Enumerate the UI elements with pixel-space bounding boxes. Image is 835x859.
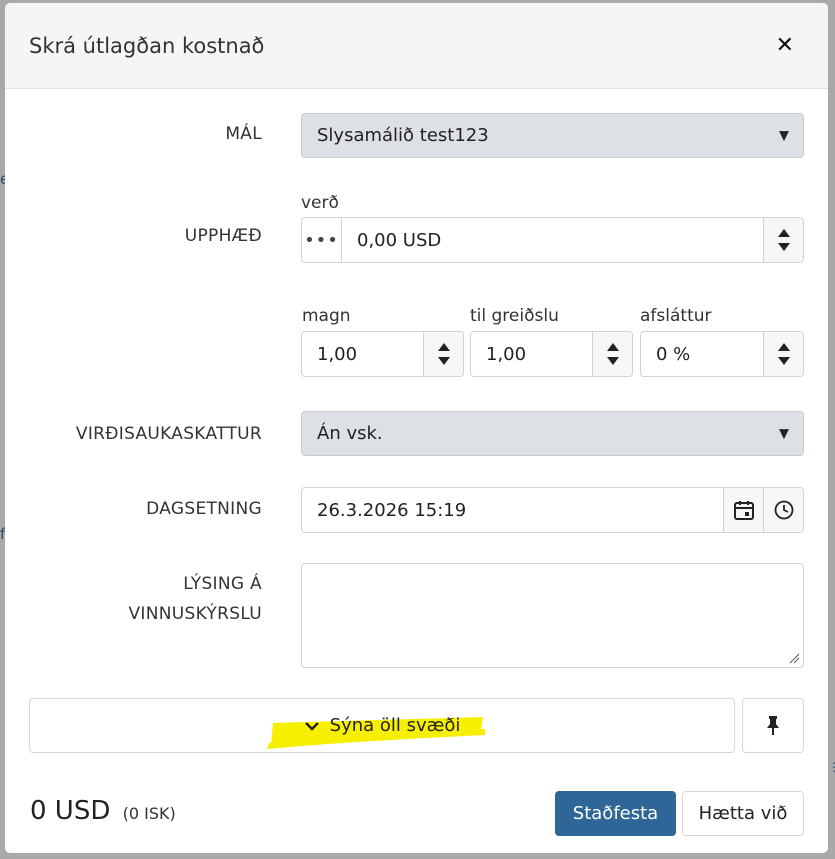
discount-label: afsláttur <box>640 306 712 326</box>
price-label: verð <box>301 193 339 213</box>
case-select-value: Slysamálið test123 <box>317 125 489 146</box>
show-all-fields-label: Sýna öll svæði <box>329 715 461 736</box>
chevron-down-icon <box>304 721 319 731</box>
date-input[interactable]: 26.3.2026 15:19 <box>301 487 804 533</box>
discount-stepper[interactable] <box>763 332 803 376</box>
cancel-button[interactable]: Hætta við <box>682 791 804 836</box>
case-select[interactable]: Slysamálið test123 ▼ <box>301 113 804 158</box>
pin-button[interactable] <box>742 698 804 753</box>
vat-label: VIRÐISAUKASKATTUR <box>75 424 262 444</box>
case-label: MÁL <box>225 124 262 144</box>
confirm-button[interactable]: Staðfesta <box>555 791 676 836</box>
quantity-label: magn <box>302 306 351 326</box>
description-label: LÝSING Á VINNUSKÝRSLU <box>128 569 262 629</box>
date-value: 26.3.2026 15:19 <box>317 499 467 521</box>
time-button[interactable] <box>763 488 803 532</box>
total-amount: 0 USD (0 ISK) <box>30 796 176 826</box>
date-label: DAGSETNING <box>146 499 262 519</box>
background-page: ⋮ <box>828 760 835 774</box>
description-label-line2: VINNUSKÝRSLU <box>128 604 262 624</box>
vat-select[interactable]: Án vsk. ▼ <box>301 411 804 456</box>
total-secondary-value: (0 ISK) <box>122 804 176 823</box>
show-all-fields-button[interactable]: Sýna öll svæði <box>29 698 735 753</box>
stepper-down-icon[interactable] <box>777 243 790 251</box>
total-value: 0 USD <box>30 796 111 826</box>
to-pay-value: 1,00 <box>486 343 527 365</box>
price-stepper[interactable] <box>763 218 803 262</box>
vat-select-value: Án vsk. <box>317 423 383 444</box>
close-icon[interactable]: ✕ <box>776 35 794 57</box>
calendar-button[interactable] <box>723 488 763 532</box>
chevron-down-icon: ▼ <box>779 128 789 143</box>
to-pay-label: til greiðslu <box>470 306 559 326</box>
description-label-line1: LÝSING Á <box>183 574 262 594</box>
stepper-down-icon[interactable] <box>777 357 790 365</box>
calendar-icon <box>733 501 754 520</box>
description-textarea[interactable] <box>301 563 804 668</box>
stepper-up-icon[interactable] <box>437 343 450 351</box>
expense-dialog: Skrá útlagðan kostnað ✕ MÁL Slysamálið t… <box>5 3 828 853</box>
quantity-stepper[interactable] <box>423 332 463 376</box>
stepper-up-icon[interactable] <box>777 343 790 351</box>
stepper-up-icon[interactable] <box>606 343 619 351</box>
quantity-value: 1,00 <box>317 343 358 365</box>
stepper-up-icon[interactable] <box>777 229 790 237</box>
clock-icon <box>774 500 793 520</box>
chevron-down-icon: ▼ <box>779 426 789 441</box>
to-pay-input[interactable]: 1,00 <box>470 331 633 377</box>
dialog-title: Skrá útlagðan kostnað <box>29 34 265 58</box>
pin-icon <box>767 715 779 735</box>
more-options-icon[interactable]: ••• <box>302 218 342 262</box>
dialog-header: Skrá útlagðan kostnað ✕ <box>5 3 828 89</box>
to-pay-stepper[interactable] <box>592 332 632 376</box>
price-input[interactable]: ••• 0,00 USD <box>301 217 804 263</box>
amount-label: UPPHÆÐ <box>184 226 262 246</box>
stepper-down-icon[interactable] <box>437 357 450 365</box>
discount-input[interactable]: 0 % <box>640 331 804 377</box>
resize-grip-icon[interactable] <box>788 652 800 664</box>
price-value: 0,00 USD <box>357 229 442 251</box>
stepper-down-icon[interactable] <box>606 357 619 365</box>
quantity-input[interactable]: 1,00 <box>301 331 464 377</box>
discount-value: 0 % <box>656 343 691 365</box>
